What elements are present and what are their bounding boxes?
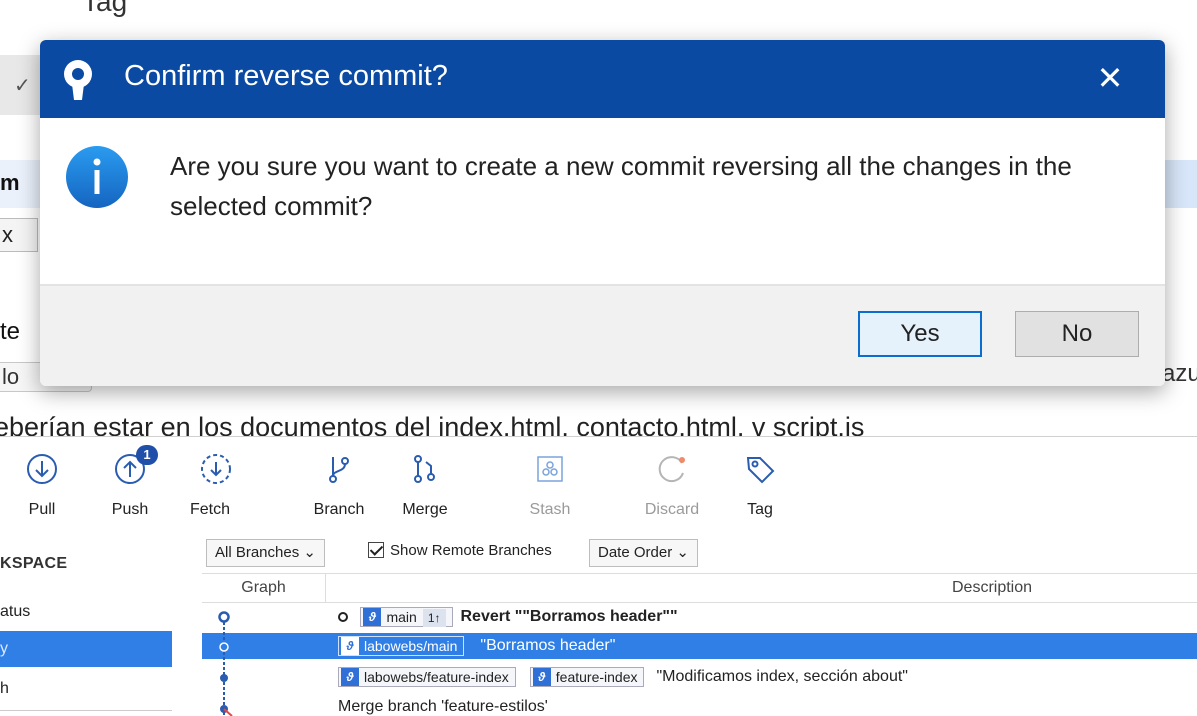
order-dropdown[interactable]: Date Order ⌄ <box>589 539 698 567</box>
sidebar: KSPACE atus y h <box>0 537 185 716</box>
dialog-title-bar: Confirm reverse commit? ✕ <box>40 40 1165 118</box>
merge-icon <box>414 455 435 483</box>
show-remote-checkbox[interactable]: Show Remote Branches <box>368 542 552 559</box>
checkbox-checked-icon <box>368 542 384 558</box>
show-remote-label: Show Remote Branches <box>390 542 552 559</box>
commit-message: Merge branch 'feature-estilos' <box>338 698 548 715</box>
branch-icon: ϑ <box>341 636 359 655</box>
ahead-count: 1↑ <box>422 608 446 627</box>
background-text-fragment: azu <box>1162 360 1197 387</box>
branch-chip[interactable]: ϑ labowebs/feature-index <box>338 666 516 687</box>
fetch-button[interactable]: Fetch <box>176 451 256 519</box>
background-field-fragment: x <box>0 218 38 252</box>
pull-label: Pull <box>28 501 56 518</box>
history-column-header: Graph Description <box>202 573 1197 603</box>
sidebar-item-status[interactable]: atus <box>0 594 172 630</box>
tag-button[interactable]: Tag <box>720 451 800 519</box>
branch-icon: ϑ <box>363 607 382 626</box>
stash-label: Stash <box>529 501 571 518</box>
merge-button[interactable]: Merge <box>385 451 465 519</box>
branch-chip[interactable]: ϑ labowebs/main <box>338 635 465 656</box>
push-count-badge: 1 <box>136 445 158 465</box>
branches-filter-dropdown[interactable]: All Branches ⌄ <box>206 539 325 567</box>
dialog-message: Are you sure you want to create a new co… <box>170 151 1072 221</box>
graph-column-header[interactable]: Graph <box>202 574 326 602</box>
order-value: Date Order <box>598 544 673 561</box>
sidebar-item-history[interactable]: y <box>0 631 172 667</box>
branch-name: labowebs/feature-index <box>364 668 509 685</box>
close-icon[interactable]: ✕ <box>1090 58 1130 98</box>
commit-message: "Borramos header" <box>480 637 616 654</box>
commit-row-selected[interactable]: ϑ labowebs/main "Borramos header" <box>202 633 1197 659</box>
fetch-label: Fetch <box>190 501 231 518</box>
info-icon <box>66 146 128 208</box>
tag-label: Tag <box>747 501 773 518</box>
chevron-icon: ✓ <box>14 75 31 97</box>
branch-label: Branch <box>313 501 365 518</box>
sidebar-separator <box>0 710 172 711</box>
branches-filter-value: All Branches <box>215 544 300 561</box>
background-tag-text: Tag <box>82 0 128 17</box>
confirm-dialog: Confirm reverse commit? ✕ Are you sure y… <box>40 40 1165 386</box>
sidebar-heading: KSPACE <box>0 555 68 572</box>
branch-name: labowebs/main <box>364 637 458 654</box>
discard-button[interactable]: Discard <box>632 451 712 519</box>
yes-button[interactable]: Yes <box>858 311 982 357</box>
discard-icon <box>658 456 685 483</box>
commit-message: "Modificamos index, sección about" <box>656 668 908 685</box>
branch-name: feature-index <box>555 668 638 685</box>
no-button[interactable]: No <box>1015 311 1139 357</box>
branch-chip[interactable]: ϑ main 1↑ <box>360 606 453 627</box>
commit-row[interactable]: ϑ labowebs/feature-index ϑ feature-index "Mo… <box>202 664 1197 690</box>
sidebar-item-search[interactable]: h <box>0 671 172 707</box>
pull-icon <box>27 454 57 484</box>
chevron-down-icon: ⌄ <box>676 544 689 561</box>
branch-chip[interactable]: ϑ feature-index <box>529 666 645 687</box>
background-description-line: eberían estar en los documentos del inde… <box>0 412 865 438</box>
commit-message: Revert ""Borramos header"" <box>460 608 678 625</box>
tag-icon <box>746 457 775 484</box>
fetch-icon <box>201 454 231 484</box>
branch-icon: ϑ <box>532 667 551 686</box>
push-label: Push <box>111 501 149 518</box>
chevron-down-icon: ⌄ <box>303 544 316 561</box>
background-text-fragment: te <box>0 318 21 345</box>
dialog-title: Confirm reverse commit? <box>124 60 448 92</box>
branch-name: main <box>386 608 417 625</box>
pull-button[interactable]: Pull <box>2 451 82 519</box>
toolbar: Pull 1 Push Fetch Branch Merge Stash Dis… <box>0 437 1197 537</box>
branch-icon: ϑ <box>341 667 359 686</box>
branch-button[interactable]: Branch <box>299 451 379 519</box>
push-button[interactable]: 1 Push <box>90 445 170 519</box>
discard-label: Discard <box>644 501 700 518</box>
background-text-fragment: m <box>0 170 20 195</box>
history-pane: All Branches ⌄ Show Remote Branches Date… <box>202 537 1197 716</box>
head-marker-icon <box>338 611 348 622</box>
background-selected-band-edge <box>1160 160 1197 208</box>
stash-button[interactable]: Stash <box>510 451 590 519</box>
commit-graph <box>218 611 233 716</box>
dialog-footer: Yes No <box>40 286 1165 386</box>
sourcetree-logo-icon <box>64 60 92 100</box>
commit-row[interactable]: Merge branch 'feature-estilos' <box>202 694 1197 716</box>
commit-row[interactable]: ϑ main 1↑ Revert ""Borramos header"" <box>202 604 1197 630</box>
dialog-body: Are you sure you want to create a new co… <box>40 118 1165 284</box>
merge-label: Merge <box>402 501 448 518</box>
stash-icon <box>537 456 563 482</box>
description-column-header[interactable]: Description <box>952 574 1032 602</box>
branch-icon <box>329 457 349 483</box>
